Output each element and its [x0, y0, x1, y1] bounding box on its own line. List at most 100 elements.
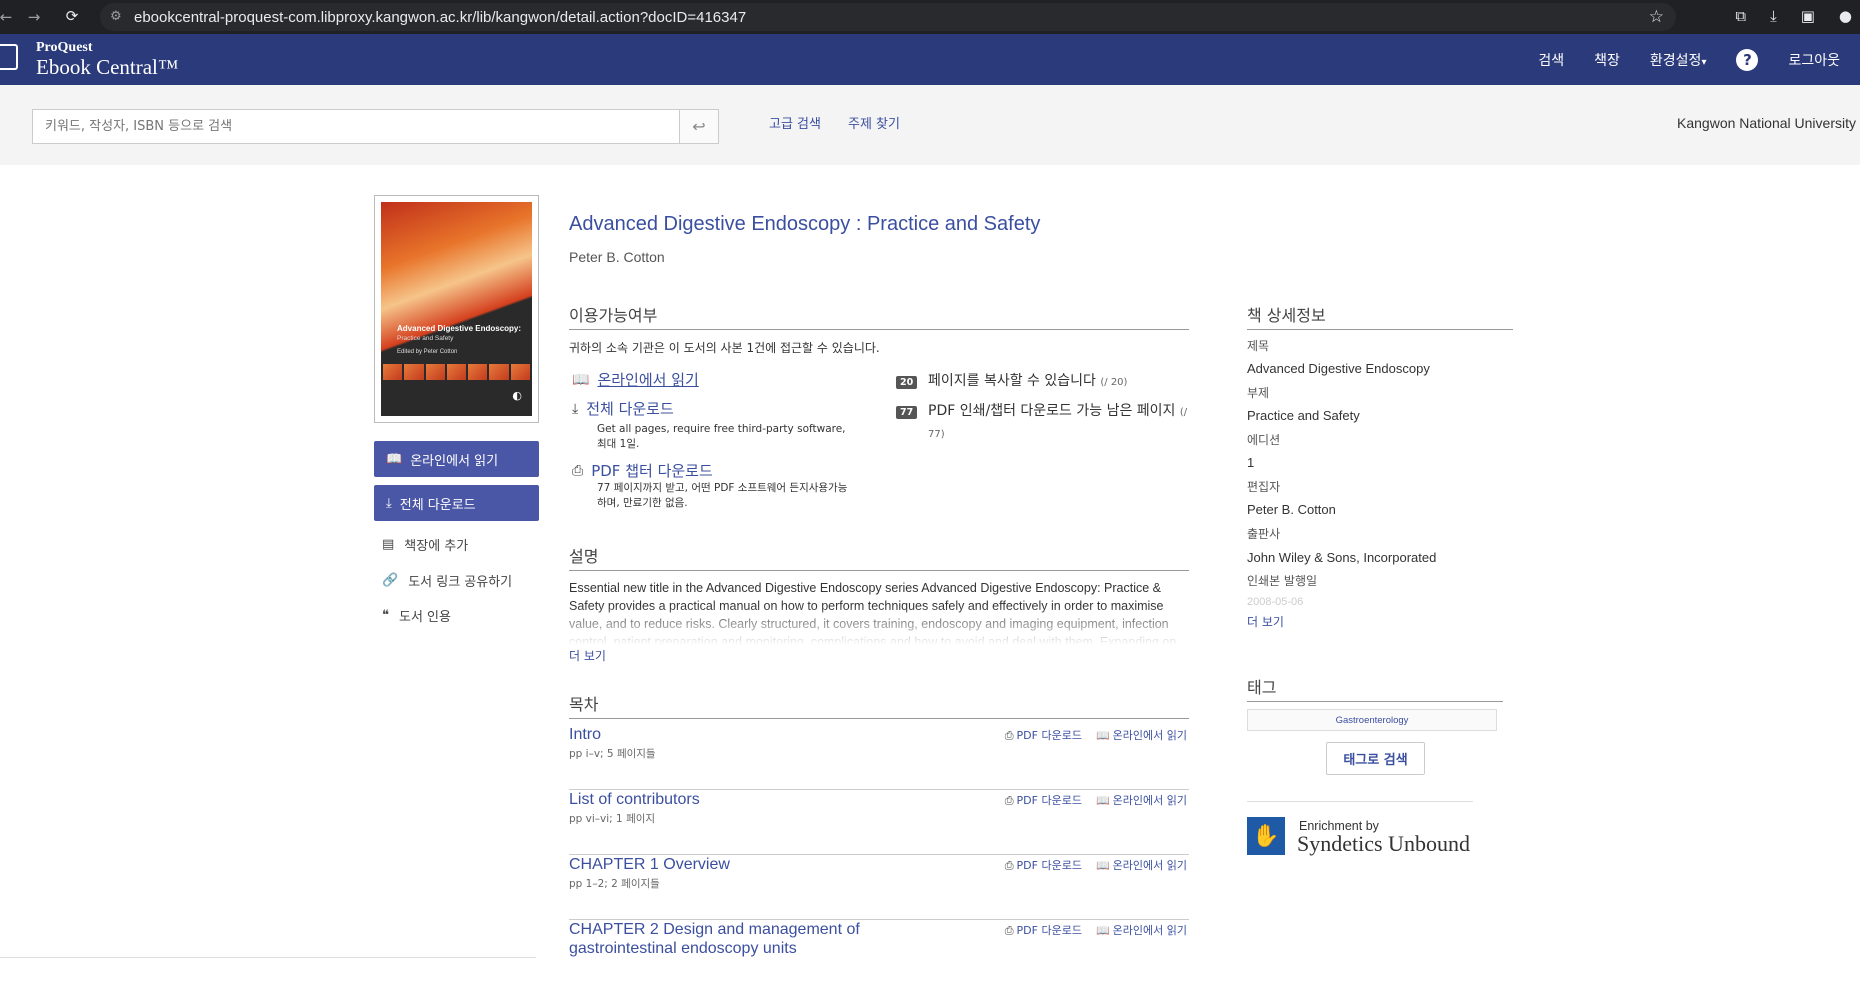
toc-read-label: 온라인에서 읽기 [1112, 859, 1187, 872]
add-bookshelf-icon: ▤ [382, 537, 395, 552]
detail-editor-value[interactable]: Peter B. Cotton [1247, 502, 1336, 517]
toc-pdf-download[interactable]: ⎙ PDF 다운로드 [1005, 727, 1082, 743]
publisher-logo-icon: ◐ [512, 389, 522, 402]
logo-proquest[interactable]: ProQuest [36, 40, 93, 56]
toc-title[interactable]: List of contributors [569, 790, 899, 809]
details-more-link[interactable]: 더 보기 [1247, 613, 1284, 630]
toc-pages: pp vi–vi; 1 페이지 [569, 813, 656, 825]
download-full-label: 전체 다운로드 [399, 497, 476, 513]
availability-heading: 이용가능여부 [569, 302, 1189, 330]
toc-title[interactable]: CHAPTER 1 Overview [569, 855, 899, 874]
search-strip: ↩ 고급 검색 주제 찾기 Kangwon National Universit… [0, 85, 1860, 165]
toc-actions: ⎙ PDF 다운로드 📖 온라인에서 읽기 [1005, 857, 1187, 873]
forward-icon[interactable]: → [18, 8, 50, 26]
printer-icon: ⎙ [1004, 924, 1014, 937]
cite-link[interactable]: ❝ 도서 인용 [382, 606, 451, 625]
tag-chip[interactable]: Gastroenterology [1247, 709, 1497, 731]
advanced-search-link[interactable]: 고급 검색 [769, 113, 821, 132]
nav-settings[interactable]: 환경설정▾ [1650, 50, 1707, 70]
open-book-icon: 📖 [1095, 794, 1110, 807]
extensions-icon[interactable]: ⧉ [1735, 7, 1746, 25]
toc-title[interactable]: CHAPTER 2 Design and management of gastr… [569, 920, 899, 958]
book-logo-icon [0, 44, 18, 70]
site-info-icon[interactable]: ⚙ [110, 9, 126, 25]
open-book-icon: 📖 [1095, 859, 1110, 872]
detail-editor-label: 편집자 [1247, 480, 1281, 494]
nav-logout[interactable]: 로그아웃 [1788, 50, 1840, 70]
search-submit-icon[interactable]: ↩ [679, 109, 719, 144]
read-online-link[interactable]: 📖 온라인에서 읽기 [572, 369, 699, 390]
pdf-chapter-link[interactable]: ⎙ PDF 챕터 다운로드 [572, 460, 713, 481]
copy-pages-total: (/ 20) [1100, 377, 1128, 388]
address-bar[interactable]: ⚙ ebookcentral-proquest-com.libproxy.kan… [100, 3, 1676, 31]
toc-pdf-download[interactable]: ⎙ PDF 다운로드 [1005, 922, 1082, 938]
book-cover[interactable]: Advanced Digestive Endoscopy: Practice a… [374, 195, 539, 423]
help-icon[interactable]: ? [1736, 48, 1759, 71]
search-input[interactable] [32, 109, 680, 144]
toc-read-online[interactable]: 📖 온라인에서 읽기 [1096, 922, 1187, 938]
profile-icon[interactable]: ● [1839, 7, 1852, 25]
printer-icon: ⎙ [1004, 729, 1014, 742]
detail-title-value: Advanced Digestive Endoscopy [1247, 361, 1430, 376]
description-more-link[interactable]: 더 보기 [569, 647, 606, 664]
logo-ebook-central[interactable]: Ebook Central™ [36, 55, 178, 80]
copy-count-badge: 20 [896, 376, 918, 389]
toc-pdf-label: PDF 다운로드 [1016, 859, 1082, 872]
detail-subtitle-label: 부제 [1247, 386, 1270, 400]
divider [1247, 801, 1473, 802]
printer-icon: ⎙ [1004, 794, 1014, 807]
share-link-label: 도서 링크 공유하기 [408, 575, 513, 590]
toc-title[interactable]: Intro [569, 725, 899, 744]
toc-read-label: 온라인에서 읽기 [1112, 794, 1187, 807]
toc-read-online[interactable]: 📖 온라인에서 읽기 [1096, 857, 1187, 873]
browse-subjects-link[interactable]: 주제 찾기 [848, 113, 900, 132]
toc-actions: ⎙ PDF 다운로드 📖 온라인에서 읽기 [1005, 922, 1187, 938]
open-book-icon: 📖 [572, 371, 590, 388]
toc-pdf-download[interactable]: ⎙ PDF 다운로드 [1005, 792, 1082, 808]
cover-thumbnails [381, 364, 532, 380]
open-book-icon: 📖 [386, 451, 403, 467]
tags-heading: 태그 [1247, 674, 1503, 702]
toc-read-online[interactable]: 📖 온라인에서 읽기 [1096, 727, 1187, 743]
full-download-link[interactable]: ⤓ 전체 다운로드 [572, 398, 674, 419]
syndetics-logo-icon: ✋ [1247, 817, 1285, 855]
nav-bookshelf[interactable]: 책장 [1594, 50, 1620, 70]
tag-search-button[interactable]: 태그로 검색 [1326, 742, 1425, 775]
description-text: Essential new title in the Advanced Dige… [569, 581, 1177, 645]
share-link[interactable]: 🔗 도서 링크 공유하기 [382, 571, 512, 590]
open-book-icon: 📖 [1095, 729, 1110, 742]
toc-pdf-download[interactable]: ⎙ PDF 다운로드 [1005, 857, 1082, 873]
download-icon[interactable]: ⤓ [1770, 7, 1777, 25]
read-online-label: 온라인에서 읽기 [410, 453, 499, 469]
url-text: ebookcentral-proquest-com.libproxy.kangw… [134, 8, 747, 26]
institution-name: Kangwon National University [1677, 115, 1856, 131]
read-online-button[interactable]: 📖 온라인에서 읽기 [374, 441, 539, 477]
print-pages-label: PDF 인쇄/챕터 다운로드 가능 남은 페이지 [928, 403, 1176, 419]
toc-read-online[interactable]: 📖 온라인에서 읽기 [1096, 792, 1187, 808]
print-count-badge: 77 [896, 406, 918, 419]
sidebar-icon[interactable]: ▣ [1801, 7, 1815, 25]
detail-publisher-value: John Wiley & Sons, Incorporated [1247, 550, 1437, 565]
nav-search[interactable]: 검색 [1538, 50, 1564, 70]
toc-read-label: 온라인에서 읽기 [1112, 729, 1187, 742]
reload-icon[interactable]: ⟳ [56, 7, 88, 25]
toc-read-label: 온라인에서 읽기 [1112, 924, 1187, 937]
availability-note: 귀하의 소속 기관은 이 도서의 사본 1건에 접근할 수 있습니다. [569, 341, 880, 355]
book-author[interactable]: Peter B. Cotton [569, 249, 665, 265]
print-pages-text: PDF 인쇄/챕터 다운로드 가능 남은 페이지 (/ 77) [928, 401, 1188, 445]
syndetics-brand: Syndetics Unbound [1297, 831, 1470, 856]
detail-edition-label: 에디션 [1247, 433, 1281, 447]
open-book-icon: 📖 [1095, 924, 1110, 937]
download-full-button[interactable]: ⤓ 전체 다운로드 [374, 485, 539, 521]
details-heading: 책 상세정보 [1247, 302, 1513, 330]
app-header: ProQuest Ebook Central™ 검색 책장 환경설정▾ ? 로그… [0, 34, 1860, 85]
toc-actions: ⎙ PDF 다운로드 📖 온라인에서 읽기 [1005, 727, 1187, 743]
bookmark-star-icon[interactable]: ☆ [1649, 7, 1664, 27]
add-to-bookshelf-link[interactable]: ▤ 책장에 추가 [382, 535, 468, 554]
book-cover-image: Advanced Digestive Endoscopy: Practice a… [381, 202, 532, 416]
toc-pages: pp 1–2; 2 페이지들 [569, 878, 660, 890]
download-icon: ⤓ [572, 400, 579, 417]
toc-pdf-label: PDF 다운로드 [1016, 729, 1082, 742]
pdf-chapter-label: PDF 챕터 다운로드 [591, 462, 713, 480]
cover-editor: Edited by Peter Cotton [397, 349, 458, 355]
